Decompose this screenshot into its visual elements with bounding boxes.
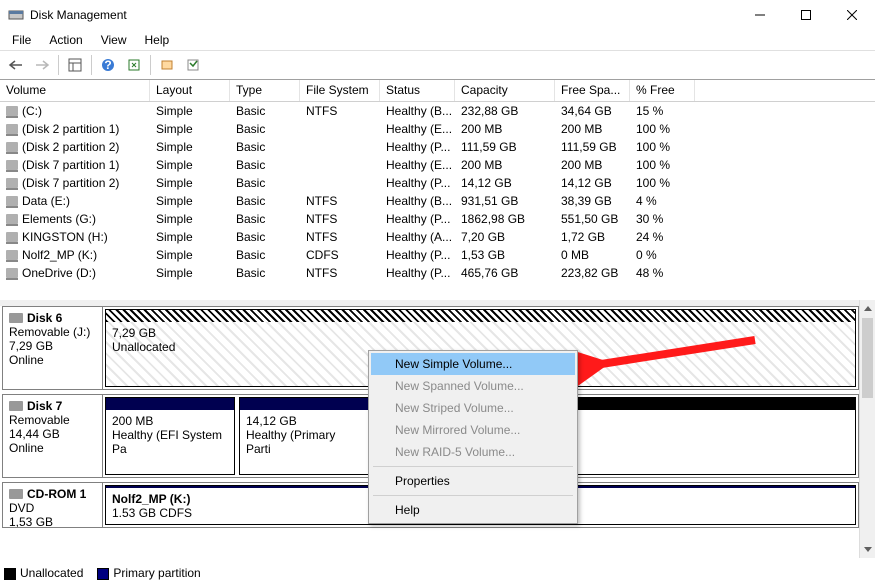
close-button[interactable] [829,0,875,30]
volume-name: Elements (G:) [22,212,96,226]
volume-icon [6,124,18,134]
volume-list[interactable]: (C:)SimpleBasicNTFSHealthy (B...232,88 G… [0,102,875,282]
forward-button[interactable] [30,53,54,77]
minimize-button[interactable] [737,0,783,30]
disk-kind: Removable (J:) [9,325,96,339]
menubar: File Action View Help [0,30,875,50]
col-status[interactable]: Status [380,80,455,101]
volume-row[interactable]: (Disk 7 partition 2)SimpleBasicHealthy (… [0,174,875,192]
maximize-button[interactable] [783,0,829,30]
disk-icon [9,313,23,323]
scroll-thumb[interactable] [862,318,873,398]
volume-row[interactable]: (Disk 7 partition 1)SimpleBasicHealthy (… [0,156,875,174]
volume-name: Nolf2_MP (K:) [22,248,97,262]
volume-icon [6,196,18,206]
menu-new-spanned-volume: New Spanned Volume... [371,375,575,397]
col-freespace[interactable]: Free Spa... [555,80,630,101]
volume-icon [6,178,18,188]
disk-state: Online [9,353,96,367]
help-icon[interactable]: ? [96,53,120,77]
scroll-down-icon[interactable] [860,541,875,558]
context-menu: New Simple Volume... New Spanned Volume.… [368,350,578,524]
toolbar: ? [0,50,875,80]
menu-action[interactable]: Action [41,31,90,49]
disk-icon [9,401,23,411]
view-toggle-icon[interactable] [63,53,87,77]
volume-row[interactable]: Nolf2_MP (K:)SimpleBasicCDFSHealthy (P..… [0,246,875,264]
legend: Unallocated Primary partition [4,566,201,580]
menu-properties[interactable]: Properties [371,470,575,492]
volume-icon [6,160,18,170]
col-layout[interactable]: Layout [150,80,230,101]
volume-row[interactable]: (Disk 2 partition 2)SimpleBasicHealthy (… [0,138,875,156]
legend-swatch-unallocated [4,568,16,580]
disk-name: Disk 6 [27,311,62,325]
volume-row[interactable]: (Disk 2 partition 1)SimpleBasicHealthy (… [0,120,875,138]
menu-new-striped-volume: New Striped Volume... [371,397,575,419]
menu-help[interactable]: Help [371,499,575,521]
settings-icon[interactable] [155,53,179,77]
vertical-scrollbar[interactable] [859,300,875,558]
volume-row[interactable]: Data (E:)SimpleBasicNTFSHealthy (B...931… [0,192,875,210]
scroll-up-icon[interactable] [860,300,875,317]
volume-icon [6,268,18,278]
app-icon [8,7,24,23]
menu-help[interactable]: Help [137,31,178,49]
volume-row[interactable]: (C:)SimpleBasicNTFSHealthy (B...232,88 G… [0,102,875,120]
volume-list-header: Volume Layout Type File System Status Ca… [0,80,875,102]
partition-header [106,310,855,322]
volume-name: (Disk 2 partition 2) [22,140,119,154]
svg-text:?: ? [104,58,111,72]
disk-name: CD-ROM 1 [27,487,86,501]
volume-name: (C:) [22,104,42,118]
menu-new-simple-volume[interactable]: New Simple Volume... [371,353,575,375]
disk-info: CD-ROM 1 DVD 1,53 GB [3,483,103,527]
col-filesystem[interactable]: File System [300,80,380,101]
volume-icon [6,214,18,224]
volume-row[interactable]: OneDrive (D:)SimpleBasicNTFSHealthy (P..… [0,264,875,282]
volume-row[interactable]: Elements (G:)SimpleBasicNTFSHealthy (P..… [0,210,875,228]
partition-header [106,398,234,410]
menu-view[interactable]: View [93,31,135,49]
disk-state: Online [9,441,96,455]
volume-icon [6,250,18,260]
partition-efi[interactable]: 200 MB Healthy (EFI System Pa [105,397,235,475]
col-capacity[interactable]: Capacity [455,80,555,101]
cdrom-icon [9,489,23,499]
back-button[interactable] [4,53,28,77]
legend-swatch-primary [97,568,109,580]
volume-name: (Disk 7 partition 2) [22,176,119,190]
col-type[interactable]: Type [230,80,300,101]
disk-name: Disk 7 [27,399,62,413]
annotation-arrow [575,330,775,390]
disk-info: Disk 6 Removable (J:) 7,29 GB Online [3,307,103,389]
volume-name: (Disk 7 partition 1) [22,158,119,172]
partition-primary[interactable]: 14,12 GB Healthy (Primary Parti [239,397,369,475]
volume-name: OneDrive (D:) [22,266,96,280]
disk-info: Disk 7 Removable 14,44 GB Online [3,395,103,477]
disk-size: 14,44 GB [9,427,96,441]
menu-new-raid5-volume: New RAID-5 Volume... [371,441,575,463]
volume-name: KINGSTON (H:) [22,230,108,244]
titlebar: Disk Management [0,0,875,30]
volume-row[interactable]: KINGSTON (H:)SimpleBasicNTFSHealthy (A..… [0,228,875,246]
col-volume[interactable]: Volume [0,80,150,101]
disk-kind: Removable [9,413,96,427]
partition-header [240,398,368,410]
menu-file[interactable]: File [4,31,39,49]
col-pctfree[interactable]: % Free [630,80,695,101]
refresh-icon[interactable] [122,53,146,77]
volume-name: Data (E:) [22,194,70,208]
volume-icon [6,106,18,116]
disk-size: 7,29 GB [9,339,96,353]
volume-icon [6,142,18,152]
window-title: Disk Management [30,8,737,22]
menu-new-mirrored-volume: New Mirrored Volume... [371,419,575,441]
list-icon[interactable] [181,53,205,77]
volume-name: (Disk 2 partition 1) [22,122,119,136]
volume-icon [6,232,18,242]
